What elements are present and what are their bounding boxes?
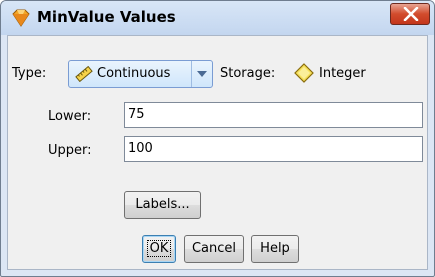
type-label: Type: [12, 66, 47, 81]
diamond-gem-icon [11, 9, 31, 31]
ok-button-label: OK [146, 240, 172, 257]
title-bar[interactable]: MinValue Values [1, 1, 434, 35]
close-button[interactable] [390, 3, 430, 25]
dialog-body: Type: Continuous Storage: Integer Lower:… [7, 35, 428, 270]
type-dropdown[interactable]: Continuous [68, 60, 213, 88]
ruler-icon [75, 65, 93, 86]
labels-button-label: Labels... [135, 197, 190, 212]
dialog-window: MinValue Values Type: Continuous Storage… [0, 0, 435, 277]
storage-label: Storage: [220, 66, 276, 81]
type-value: Continuous [97, 66, 171, 81]
labels-button[interactable]: Labels... [124, 191, 201, 219]
lower-label: Lower: [48, 109, 92, 124]
help-button-label: Help [260, 241, 290, 256]
chevron-down-icon [197, 71, 207, 77]
ok-button[interactable]: OK [142, 235, 176, 263]
lower-input[interactable]: 75 [124, 102, 423, 128]
upper-label: Upper: [48, 143, 92, 158]
diamond-icon [294, 63, 314, 87]
help-button[interactable]: Help [251, 235, 299, 263]
storage-value: Integer [319, 66, 366, 81]
cancel-button-label: Cancel [191, 241, 237, 256]
cancel-button[interactable]: Cancel [184, 235, 244, 263]
upper-input[interactable]: 100 [124, 136, 423, 162]
dropdown-arrow-button[interactable] [191, 61, 212, 87]
dialog-title: MinValue Values [37, 8, 176, 26]
close-x-icon [403, 7, 419, 21]
